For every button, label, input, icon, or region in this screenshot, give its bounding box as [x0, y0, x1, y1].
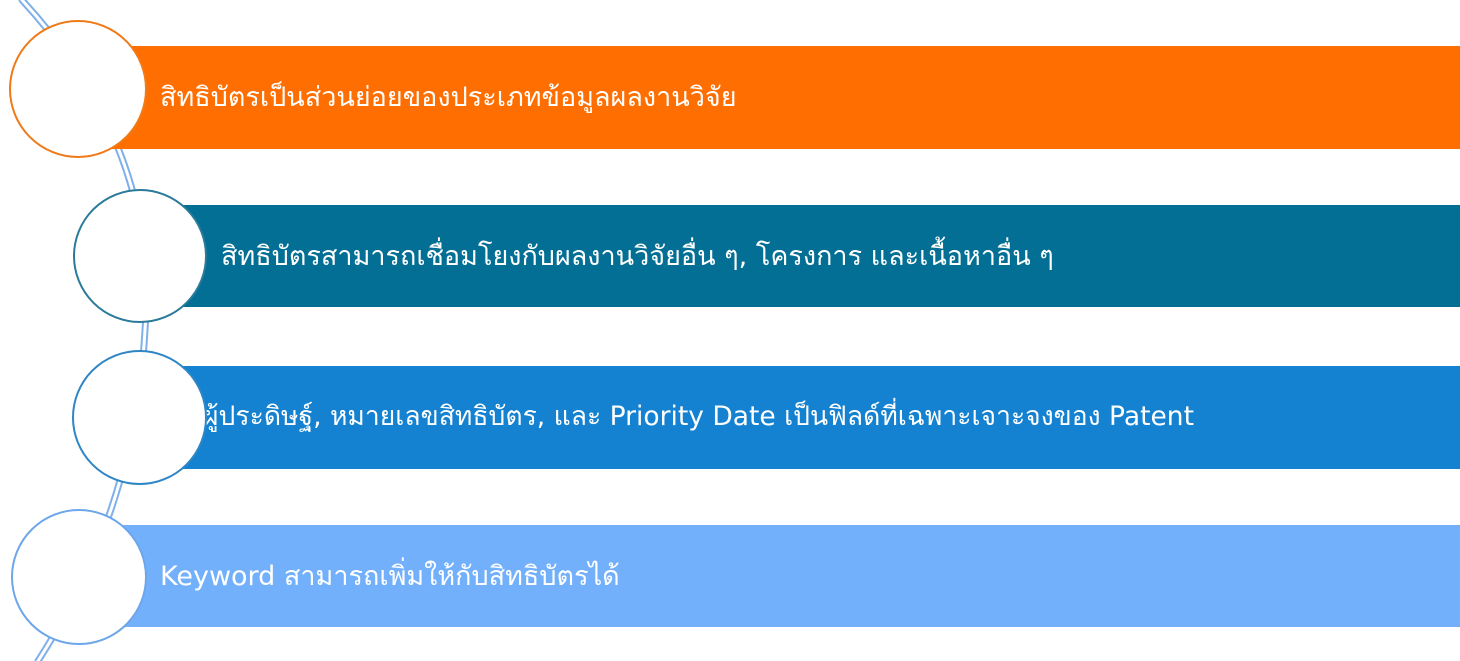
item-label-4: Keyword สามารถเพิ่มให้กับสิทธิบัตรได้ — [160, 560, 620, 592]
item-label-1: สิทธิบัตรเป็นส่วนย่อยของประเภทข้อมูลผลงา… — [160, 82, 737, 113]
item-marker-circle-1 — [9, 20, 147, 158]
item-bar-3: ผู้ประดิษฐ์, หมายเลขสิทธิบัตร, และ Prior… — [155, 366, 1460, 469]
item-label-3: ผู้ประดิษฐ์, หมายเลขสิทธิบัตร, และ Prior… — [203, 401, 1194, 433]
item-bar-1: สิทธิบัตรเป็นส่วนย่อยของประเภทข้อมูลผลงา… — [110, 46, 1460, 149]
item-bar-4: Keyword สามารถเพิ่มให้กับสิทธิบัตรได้ — [110, 525, 1460, 627]
item-label-2: สิทธิบัตรสามารถเชื่อมโยงกับผลงานวิจัยอื่… — [221, 240, 1054, 272]
item-marker-circle-4 — [11, 509, 147, 645]
item-marker-circle-3 — [72, 350, 207, 485]
item-bar-2: สิทธิบัตรสามารถเชื่อมโยงกับผลงานวิจัยอื่… — [155, 205, 1460, 307]
item-marker-circle-2 — [73, 189, 207, 323]
